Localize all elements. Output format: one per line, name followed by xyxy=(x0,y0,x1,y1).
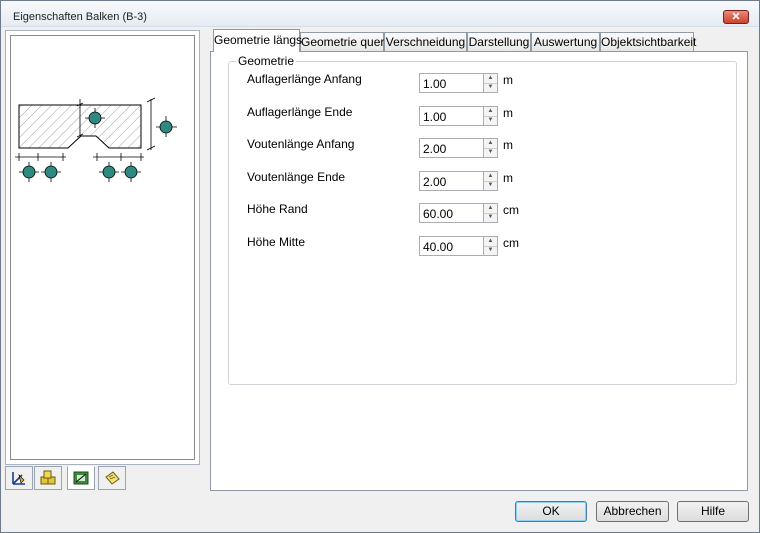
unit-label: cm xyxy=(503,203,519,217)
left-tab-notes[interactable] xyxy=(98,466,126,490)
hoehe-rand-input[interactable]: 60.00 xyxy=(419,203,484,223)
left-tab-geometry[interactable] xyxy=(5,466,33,490)
preview-frame xyxy=(10,35,195,460)
auflagerlaenge-ende-input[interactable]: 1.00 xyxy=(419,106,484,126)
preview-panel xyxy=(5,30,200,465)
hoehe-rand-spinner[interactable]: ▲ ▼ xyxy=(484,203,498,223)
marker-bottom-3-icon xyxy=(99,162,119,182)
groupbox-title: Geometrie xyxy=(236,54,297,68)
spin-down-icon[interactable]: ▼ xyxy=(484,83,497,92)
field-label-hoehe-rand: Höhe Rand xyxy=(247,202,308,216)
spin-down-icon[interactable]: ▼ xyxy=(484,148,497,157)
tab-auswertung[interactable]: Auswertung xyxy=(531,32,600,51)
marker-bottom-2-icon xyxy=(41,162,61,182)
unit-label: cm xyxy=(503,236,519,250)
tab-geometrie-laengs[interactable]: Geometrie längs xyxy=(213,29,302,52)
close-button[interactable]: ✕ xyxy=(723,10,749,24)
left-tab-materials[interactable] xyxy=(34,466,62,490)
field-label-voutenlaenge-anfang: Voutenlänge Anfang xyxy=(247,137,355,151)
tab-verschneidung[interactable]: Verschneidung xyxy=(384,32,467,51)
unit-label: m xyxy=(503,106,513,120)
field-label-auflagerlaenge-ende: Auflagerlänge Ende xyxy=(247,105,353,119)
field-label-voutenlaenge-ende: Voutenlänge Ende xyxy=(247,170,346,184)
close-icon: ✕ xyxy=(731,11,741,23)
marker-bottom-4-icon xyxy=(121,162,141,182)
auflagerlaenge-ende-spinner[interactable]: ▲ ▼ xyxy=(484,106,498,126)
beam-preview-drawing xyxy=(15,97,177,182)
window-title: Eigenschaften Balken (B-3) xyxy=(13,11,147,23)
voutenlaenge-anfang-input[interactable]: 2.00 xyxy=(419,138,484,158)
field-label-auflagerlaenge-anfang: Auflagerlänge Anfang xyxy=(247,72,362,86)
notes-icon xyxy=(105,471,120,485)
field-label-hoehe-mitte: Höhe Mitte xyxy=(247,235,306,249)
materials-icon xyxy=(40,470,56,485)
spin-down-icon[interactable]: ▼ xyxy=(484,181,497,190)
spin-down-icon[interactable]: ▼ xyxy=(484,213,497,222)
tab-objektsichtbarkeit[interactable]: Objektsichtbarkeit xyxy=(600,32,696,51)
cancel-button[interactable]: Abbrechen xyxy=(596,501,669,522)
voutenlaenge-ende-spinner[interactable]: ▲ ▼ xyxy=(484,171,498,191)
help-button[interactable]: Hilfe xyxy=(677,501,749,522)
voutenlaenge-ende-input[interactable]: 2.00 xyxy=(419,171,484,191)
unit-label: m xyxy=(503,138,513,152)
title-bar[interactable]: Eigenschaften Balken (B-3) ✕ xyxy=(1,1,759,27)
unit-label: m xyxy=(503,73,513,87)
unit-label: m xyxy=(503,171,513,185)
geometry-tool-icon xyxy=(12,472,25,485)
reinforcement-icon xyxy=(73,471,89,485)
spin-down-icon[interactable]: ▼ xyxy=(484,246,497,255)
marker-right-icon xyxy=(156,116,177,137)
hoehe-mitte-spinner[interactable]: ▲ ▼ xyxy=(484,236,498,256)
marker-bottom-1-icon xyxy=(19,162,39,182)
tab-geometrie-quer[interactable]: Geometrie quer xyxy=(300,32,384,51)
spin-down-icon[interactable]: ▼ xyxy=(484,116,497,125)
hoehe-mitte-input[interactable]: 40.00 xyxy=(419,236,484,256)
tab-darstellung[interactable]: Darstellung xyxy=(467,32,531,51)
auflagerlaenge-anfang-spinner[interactable]: ▲ ▼ xyxy=(484,73,498,93)
voutenlaenge-anfang-spinner[interactable]: ▲ ▼ xyxy=(484,138,498,158)
left-tab-reinforcement[interactable] xyxy=(67,466,95,490)
auflagerlaenge-anfang-input[interactable]: 1.00 xyxy=(419,73,484,93)
ok-button[interactable]: OK xyxy=(515,501,587,522)
